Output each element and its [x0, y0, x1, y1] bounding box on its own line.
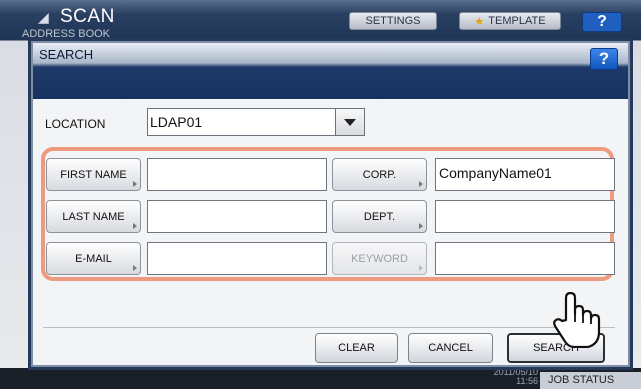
email-field[interactable]	[147, 242, 327, 275]
app-title: SCAN	[60, 6, 115, 27]
keyword-field[interactable]	[435, 242, 615, 275]
help-button[interactable]: ?	[590, 48, 618, 70]
search-dialog: SEARCH ? LOCATION LDAP01 FIRST NAME LAST…	[28, 38, 633, 370]
dialog-body: LOCATION LDAP01 FIRST NAME LAST NAME E-M…	[33, 99, 628, 365]
divider	[43, 327, 615, 328]
location-dropdown-button[interactable]	[335, 109, 364, 135]
dialog-title: SEARCH	[39, 47, 94, 62]
job-status-button[interactable]: JOB STATUS	[540, 372, 641, 389]
first-name-button[interactable]: FIRST NAME	[46, 158, 141, 191]
hand-pointer-icon	[553, 292, 601, 348]
location-select[interactable]: LDAP01	[147, 108, 365, 136]
date-time: 2011/05/10 11:56	[493, 367, 538, 386]
corp-field[interactable]: CompanyName01	[435, 158, 615, 191]
first-name-field[interactable]	[147, 158, 327, 191]
dept-button[interactable]: DEPT.	[332, 200, 427, 233]
cancel-button[interactable]: CANCEL	[408, 333, 493, 363]
template-tab[interactable]: ★ TEMPLATE	[459, 12, 561, 30]
location-label: LOCATION	[45, 117, 106, 131]
scan-logo-icon: ◢	[38, 9, 49, 25]
corp-button[interactable]: CORP.	[332, 158, 427, 191]
star-icon: ★	[474, 15, 485, 28]
last-name-field[interactable]	[147, 200, 327, 233]
last-name-button[interactable]: LAST NAME	[46, 200, 141, 233]
template-tab-label: TEMPLATE	[488, 15, 546, 27]
dialog-header: SEARCH ?	[33, 43, 628, 99]
settings-tab[interactable]: SETTINGS	[349, 12, 437, 30]
dept-field[interactable]	[435, 200, 615, 233]
app-help-button[interactable]: ?	[582, 12, 622, 32]
location-value: LDAP01	[150, 114, 203, 130]
email-button[interactable]: E-MAIL	[46, 242, 141, 275]
clear-button[interactable]: CLEAR	[315, 333, 398, 363]
chevron-down-icon	[344, 118, 356, 126]
keyword-button: KEYWORD	[332, 242, 427, 275]
